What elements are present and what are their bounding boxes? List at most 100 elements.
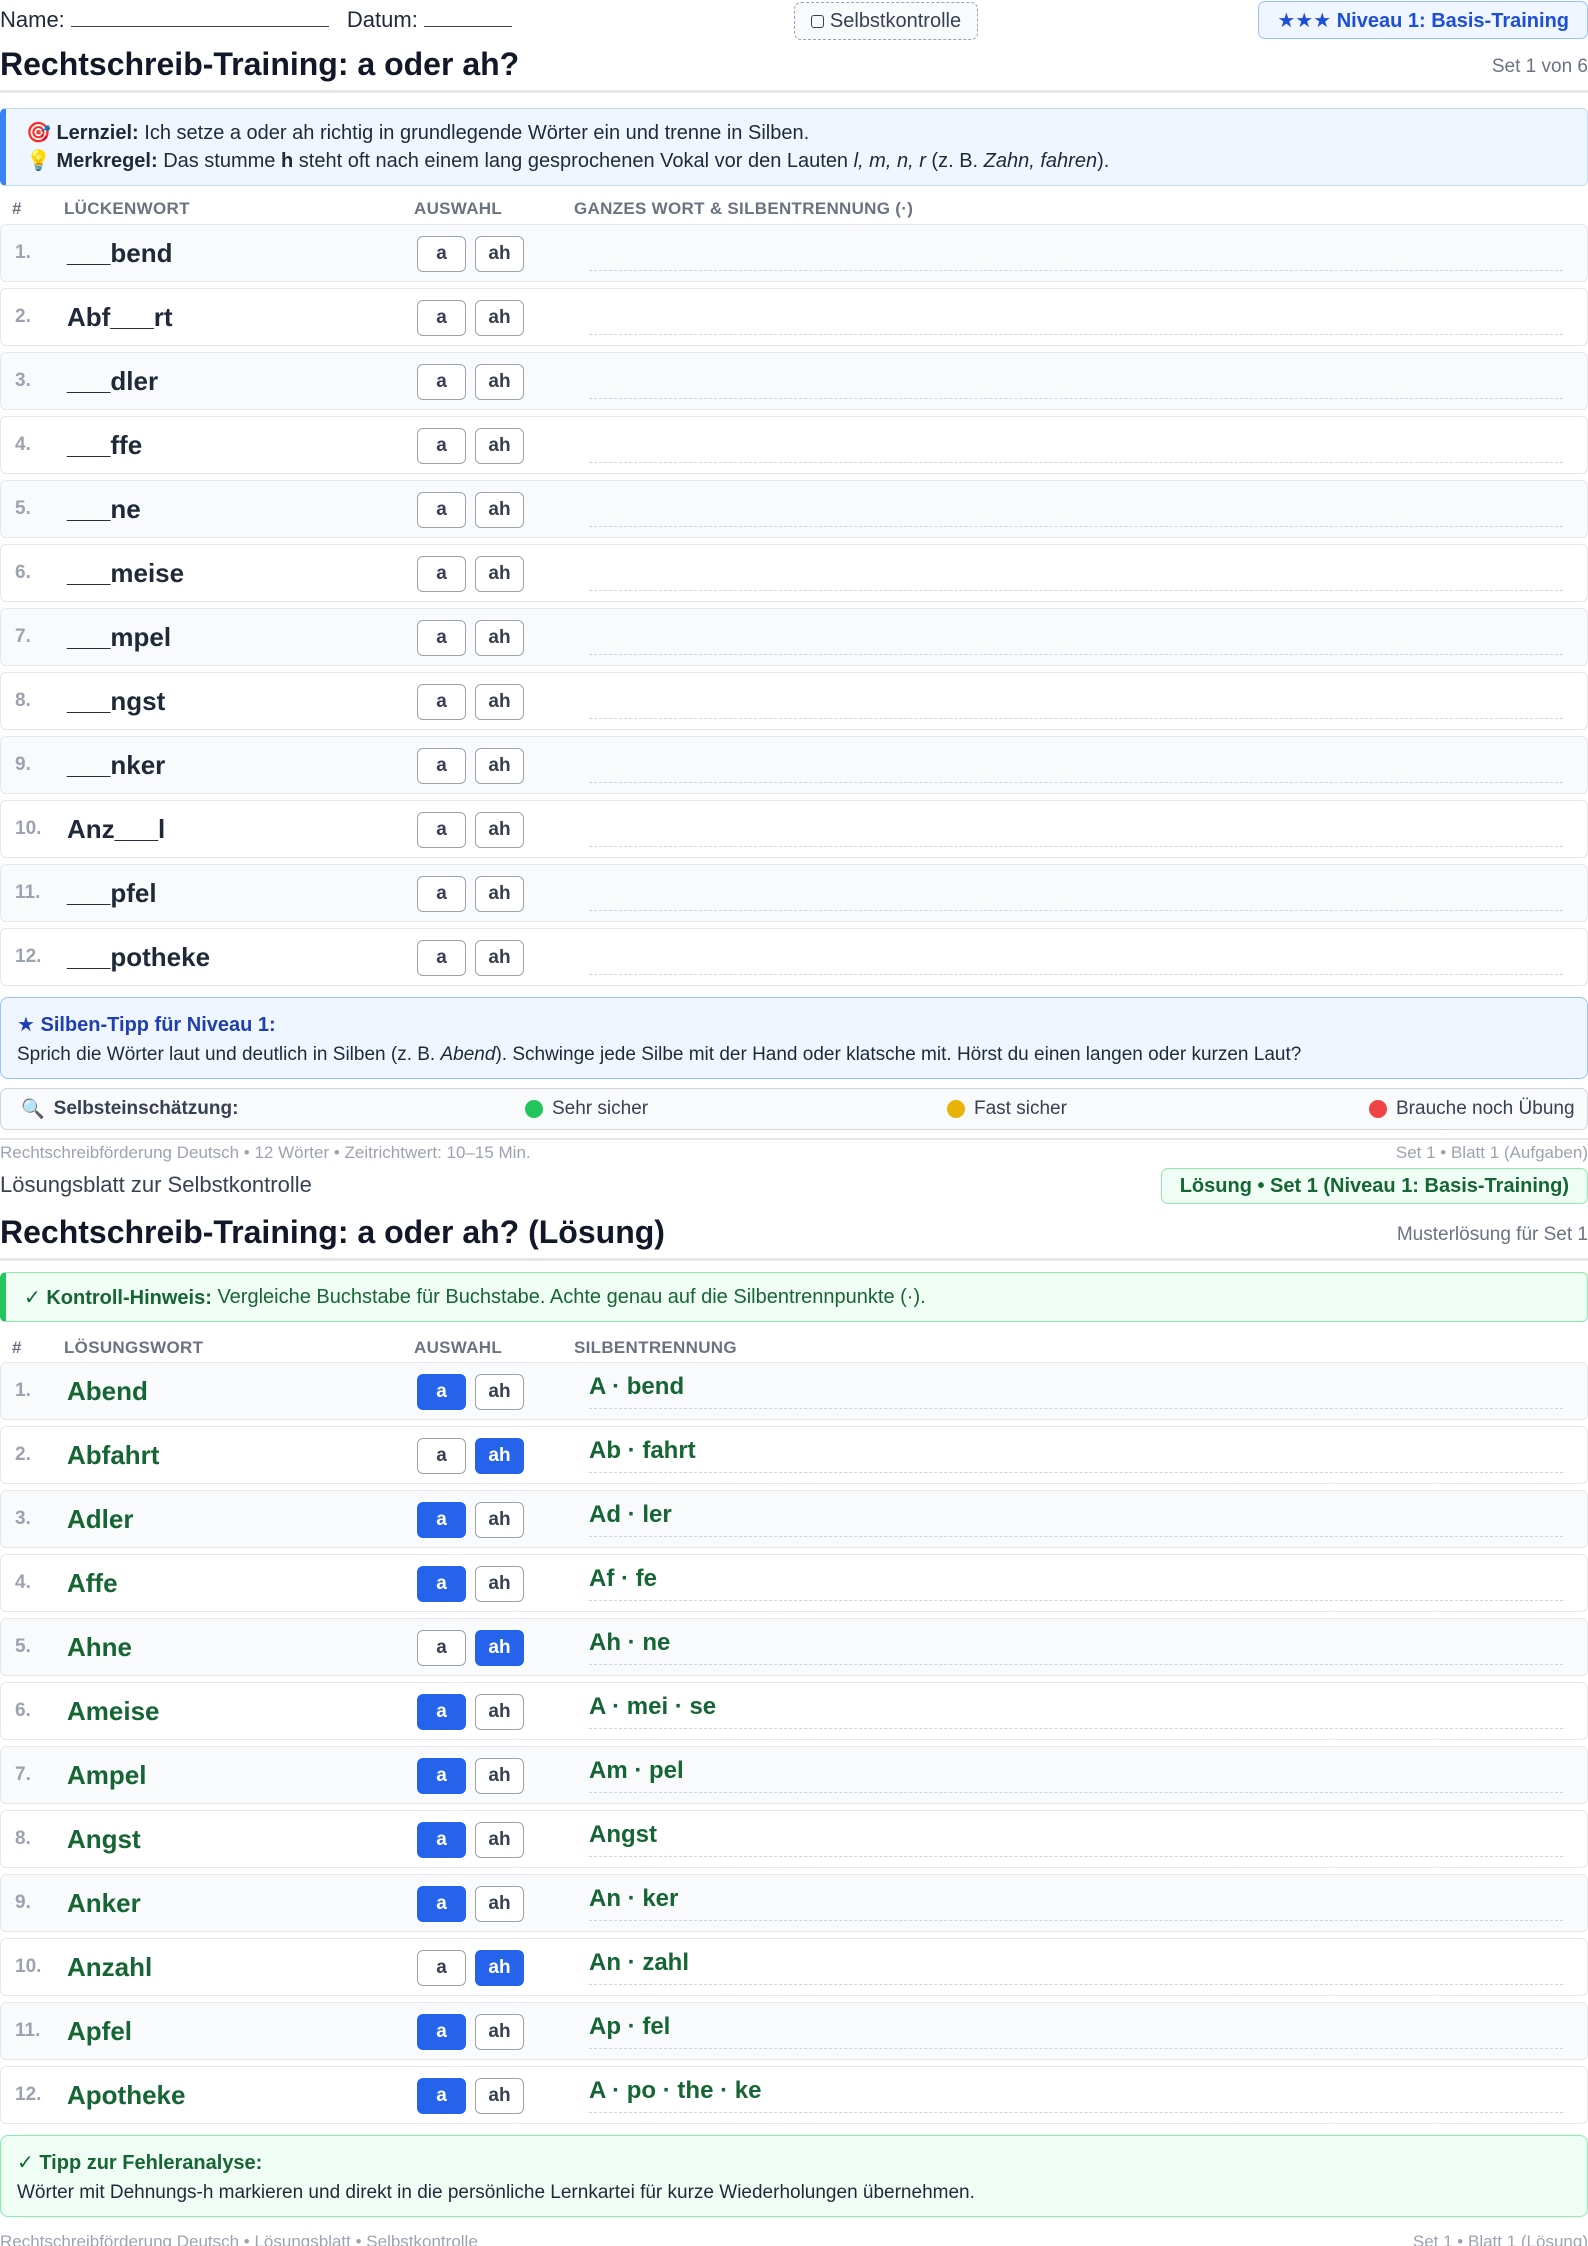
choice-a-button[interactable]: a bbox=[417, 364, 466, 400]
choice-ah-button[interactable]: ah bbox=[475, 364, 524, 400]
choice-ah-button[interactable]: ah bbox=[475, 1886, 524, 1922]
choice-a-button[interactable]: a bbox=[417, 1502, 466, 1538]
answer-line[interactable] bbox=[589, 875, 1563, 911]
rule-example: Zahn, fahren bbox=[983, 150, 1098, 172]
choice-a-button[interactable]: a bbox=[417, 812, 466, 848]
choice-ah-button[interactable]: ah bbox=[475, 748, 524, 784]
rule-text: Das stumme bbox=[163, 150, 276, 172]
rule-text: steht oft nach einem lang gesprochenen V… bbox=[298, 150, 849, 172]
choice-ah-button[interactable]: ah bbox=[475, 620, 524, 656]
answer-line[interactable] bbox=[589, 299, 1563, 335]
choice-a-button[interactable]: a bbox=[417, 1438, 466, 1474]
choice-a-button[interactable]: a bbox=[417, 1886, 466, 1922]
choice-ah-button[interactable]: ah bbox=[475, 2014, 524, 2050]
answer-line[interactable] bbox=[589, 939, 1563, 975]
choice-a-button[interactable]: a bbox=[417, 620, 466, 656]
choice-a-button[interactable]: a bbox=[417, 236, 466, 272]
choice-ah-button[interactable]: ah bbox=[475, 684, 524, 720]
choice-a-button[interactable]: a bbox=[417, 428, 466, 464]
col-number: # bbox=[12, 1338, 22, 1357]
choice-a-button[interactable]: a bbox=[417, 1630, 466, 1666]
answer-line[interactable] bbox=[589, 683, 1563, 719]
solution-word: Abfahrt bbox=[67, 1439, 160, 1470]
choice-ah-button[interactable]: ah bbox=[475, 236, 524, 272]
answer-line[interactable] bbox=[589, 427, 1563, 463]
row-number: 7. bbox=[15, 626, 31, 647]
syllable-split: Ah · ne bbox=[589, 1629, 671, 1656]
answer-line[interactable] bbox=[589, 491, 1563, 527]
answer-line[interactable] bbox=[589, 555, 1563, 591]
level-badge: ★★★ Niveau 1: Basis-Training bbox=[1258, 1, 1588, 39]
choice-a-button[interactable]: a bbox=[417, 2014, 466, 2050]
solution-meta: Musterlösung für Set 1 bbox=[1396, 1224, 1588, 1245]
assess-needs-practice[interactable]: Brauche noch Übung bbox=[1369, 1089, 1575, 1129]
choice-ah-button[interactable]: ah bbox=[475, 1566, 524, 1602]
choice-ah-button[interactable]: ah bbox=[475, 492, 524, 528]
choice-ah-button[interactable]: ah bbox=[475, 1374, 524, 1410]
choice-ah-button[interactable]: ah bbox=[475, 812, 524, 848]
tip-text: Wörter mit Dehnungs-h markieren und dire… bbox=[17, 2182, 975, 2203]
footer-right: Set 1 • Blatt 1 (Lösung) bbox=[1412, 2232, 1588, 2246]
answer-line bbox=[589, 1373, 1563, 1409]
choice-ah-button[interactable]: ah bbox=[475, 1694, 524, 1730]
answer-line[interactable] bbox=[589, 811, 1563, 847]
table-row: 4. Affe a ah Af · fe bbox=[0, 1554, 1588, 1612]
col-gapword: LÜCKENWORT bbox=[64, 199, 190, 218]
choice-ah-button[interactable]: ah bbox=[475, 1950, 524, 1986]
choice-ah-button[interactable]: ah bbox=[475, 876, 524, 912]
selfcheck-checkbox[interactable]: Selbstkontrolle bbox=[794, 2, 978, 40]
gap-word: ___ne bbox=[67, 493, 141, 524]
choice-ah-button[interactable]: ah bbox=[475, 1758, 524, 1794]
choice-ah-button[interactable]: ah bbox=[475, 556, 524, 592]
choice-ah-button[interactable]: ah bbox=[475, 1822, 524, 1858]
row-number: 10. bbox=[15, 1956, 42, 1977]
choice-ah-button[interactable]: ah bbox=[475, 940, 524, 976]
choice-a-button[interactable]: a bbox=[417, 1374, 466, 1410]
row-number: 9. bbox=[15, 1892, 31, 1913]
choice-a-button[interactable]: a bbox=[417, 876, 466, 912]
answer-line[interactable] bbox=[589, 619, 1563, 655]
choice-ah-button[interactable]: ah bbox=[475, 1502, 524, 1538]
solution-title: Rechtschreib-Training: a oder ah? (Lösun… bbox=[0, 1214, 665, 1250]
choice-a-button[interactable]: a bbox=[417, 1822, 466, 1858]
table-row: 2. Abfahrt a ah Ab · fahrt bbox=[0, 1426, 1588, 1484]
choice-ah-button[interactable]: ah bbox=[475, 1438, 524, 1474]
choice-ah-button[interactable]: ah bbox=[475, 300, 524, 336]
syllable-split: Af · fe bbox=[589, 1565, 657, 1592]
choice-a-button[interactable]: a bbox=[417, 1694, 466, 1730]
answer-line bbox=[589, 2013, 1563, 2049]
choice-ah-button[interactable]: ah bbox=[475, 428, 524, 464]
table-row: 5. ___ne a ah bbox=[0, 480, 1588, 538]
gap-word: ___mpel bbox=[67, 621, 172, 652]
gap-word: ___ffe bbox=[67, 429, 143, 460]
choice-a-button[interactable]: a bbox=[417, 300, 466, 336]
choice-a-button[interactable]: a bbox=[417, 748, 466, 784]
choice-a-button[interactable]: a bbox=[417, 2078, 466, 2114]
choice-a-button[interactable]: a bbox=[417, 1950, 466, 1986]
rule-label: Merkregel: bbox=[56, 150, 158, 172]
name-field[interactable]: Name: bbox=[0, 7, 329, 33]
choice-a-button[interactable]: a bbox=[417, 492, 466, 528]
choice-a-button[interactable]: a bbox=[417, 940, 466, 976]
choice-a-button[interactable]: a bbox=[417, 684, 466, 720]
answer-line[interactable] bbox=[589, 363, 1563, 399]
choice-ah-button[interactable]: ah bbox=[475, 2078, 524, 2114]
choice-ah-button[interactable]: ah bbox=[475, 1630, 524, 1666]
syllable-split: A · po · the · ke bbox=[589, 2077, 762, 2104]
answer-line bbox=[589, 1501, 1563, 1537]
date-field[interactable]: Datum: bbox=[347, 7, 512, 33]
gap-word: Abf___rt bbox=[67, 301, 173, 332]
answer-line[interactable] bbox=[589, 747, 1563, 783]
table-row: 10. Anz___l a ah bbox=[0, 800, 1588, 858]
table-row: 6. Ameise a ah A · mei · se bbox=[0, 1682, 1588, 1740]
answer-line[interactable] bbox=[589, 235, 1563, 271]
tip-text: Sprich die Wörter laut und deutlich in S… bbox=[17, 1044, 436, 1065]
choice-a-button[interactable]: a bbox=[417, 1566, 466, 1602]
col-number: # bbox=[12, 199, 22, 218]
assess-very-sure[interactable]: Sehr sicher bbox=[525, 1089, 648, 1129]
self-assessment-label: 🔍 Selbsteinschätzung: bbox=[21, 1098, 239, 1120]
assess-almost-sure[interactable]: Fast sicher bbox=[947, 1089, 1067, 1129]
choice-a-button[interactable]: a bbox=[417, 1758, 466, 1794]
choice-a-button[interactable]: a bbox=[417, 556, 466, 592]
table-row: 12. ___potheke a ah bbox=[0, 928, 1588, 986]
